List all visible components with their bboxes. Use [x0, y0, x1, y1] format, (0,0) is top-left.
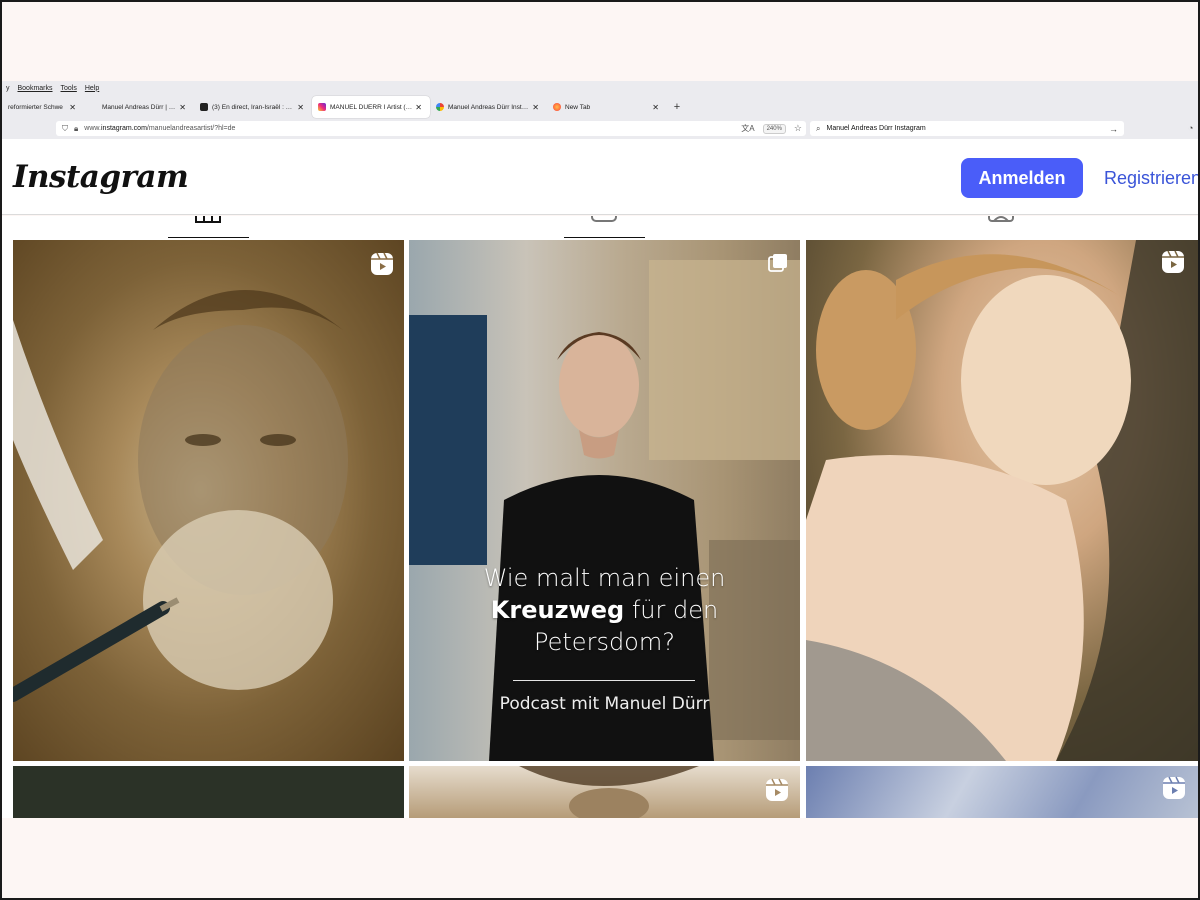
instagram-logo[interactable]: Instagram: [13, 159, 189, 195]
bookmark-star-icon[interactable]: ☆: [794, 123, 802, 134]
url-text[interactable]: www.instagram.com/manuelandreasartist/?h…: [84, 125, 741, 132]
carousel-icon: [768, 254, 787, 272]
studio-portrait-photo: [409, 260, 800, 761]
painting-artwork: [13, 290, 348, 702]
posts-grid: Wie malt man einen Kreuzweg für den Pete…: [2, 240, 1198, 818]
post-overlay-headline: Wie malt man einen Kreuzweg für den Pete…: [409, 562, 800, 658]
browser-tab[interactable]: (3) En direct, Iran-Israël : Téhéra ✕: [194, 96, 312, 118]
reel-icon: [1163, 776, 1185, 799]
overlay-divider: [513, 680, 695, 681]
firefox-favicon-icon: [553, 103, 561, 111]
post-thumbnail[interactable]: [409, 766, 800, 818]
tagged-tab-icon[interactable]: [988, 216, 1014, 223]
portrait-painting-artwork: [806, 240, 1198, 761]
tab-title: Manuel Andreas Dürr | Contact: [102, 103, 176, 111]
profile-tabs: [2, 216, 1198, 240]
menu-item-help[interactable]: Help: [85, 85, 99, 92]
search-query[interactable]: Manuel Andreas Dürr Instagram: [826, 125, 1109, 132]
google-favicon-icon: [436, 103, 444, 111]
overlay-line-3: Petersdom?: [534, 628, 675, 656]
reel-icon: [766, 778, 788, 801]
post-thumbnail[interactable]: [13, 240, 404, 761]
tab-favicon-icon: [200, 103, 208, 111]
instagram-header: Instagram Anmelden Registrieren: [2, 139, 1200, 215]
menu-item-cut[interactable]: y: [6, 85, 10, 92]
post-thumbnail[interactable]: [806, 240, 1198, 761]
browser-tab[interactable]: Manuel Andreas Dürr | Contact ✕: [84, 96, 194, 118]
register-link[interactable]: Registrieren: [1104, 168, 1200, 189]
sketch-artwork: [519, 766, 699, 818]
navigation-row: ⛉ 🔒︎ www.instagram.com/manuelandreasarti…: [2, 119, 1198, 139]
close-tab-icon[interactable]: ✕: [652, 103, 659, 112]
browser-tab[interactable]: Manuel Andreas Dürr Instagram ✕: [430, 96, 547, 118]
search-icon: ⌕: [816, 123, 821, 133]
overlay-line-1: Wie malt man einen: [483, 564, 726, 592]
translate-icon[interactable]: 文A: [741, 123, 754, 134]
reel-icon: [1162, 250, 1184, 273]
new-tab-plus-icon[interactable]: +: [667, 95, 687, 119]
tab-title: MANUEL DUERR I Artist (@man: [330, 103, 413, 111]
reel-icon: [371, 252, 393, 275]
overlay-line-2-rest: für den: [631, 596, 719, 624]
zoom-level-badge[interactable]: 240%: [762, 123, 786, 134]
overlay-line-2: Kreuzweg für den: [409, 594, 800, 626]
tab-title: New Tab: [565, 103, 591, 111]
post-thumbnail[interactable]: [806, 766, 1198, 818]
shield-icon[interactable]: ⛉: [62, 124, 68, 134]
close-tab-icon[interactable]: ✕: [532, 103, 539, 112]
menu-item-bookmarks[interactable]: Bookmarks: [18, 85, 53, 92]
reels-tab-icon[interactable]: [591, 216, 617, 223]
active-tab-indicator: [168, 237, 249, 238]
close-tab-icon[interactable]: ✕: [297, 103, 304, 112]
tab-indicator: [564, 237, 645, 238]
login-button[interactable]: Anmelden: [961, 158, 1083, 198]
lock-icon[interactable]: 🔒︎: [74, 124, 78, 134]
arrow-right-icon[interactable]: →: [1109, 124, 1118, 134]
browser-chrome: y Bookmarks Tools Help reformierter Schw…: [2, 81, 1198, 139]
close-tab-icon[interactable]: ✕: [179, 103, 186, 112]
search-bar[interactable]: ⌕ Manuel Andreas Dürr Instagram →: [810, 121, 1124, 136]
browser-tab[interactable]: New Tab ✕: [547, 96, 667, 118]
post-thumbnail[interactable]: Wie malt man einen Kreuzweg für den Pete…: [409, 240, 800, 761]
menu-item-tools[interactable]: Tools: [61, 85, 77, 92]
tab-favicon-icon: [90, 103, 98, 111]
post-thumbnail[interactable]: [13, 766, 404, 818]
tab-title: Manuel Andreas Dürr Instagram: [448, 103, 529, 111]
close-tab-icon[interactable]: ✕: [415, 103, 422, 112]
overlay-bold-word: Kreuzweg: [490, 596, 625, 624]
tab-title: (3) En direct, Iran-Israël : Téhéra: [212, 103, 294, 111]
browser-tab-active[interactable]: MANUEL DUERR I Artist (@man ✕: [312, 96, 430, 118]
menu-bar: y Bookmarks Tools Help: [2, 81, 99, 95]
tab-title: reformierter Schwe: [8, 103, 63, 111]
extensions-icon[interactable]: ◔: [1188, 123, 1193, 133]
post-overlay-caption: Podcast mit Manuel Dürr: [499, 694, 710, 714]
address-bar[interactable]: ⛉ 🔒︎ www.instagram.com/manuelandreasarti…: [56, 121, 806, 136]
tab-strip: reformierter Schwe ✕ Manuel Andreas Dürr…: [2, 95, 1198, 119]
close-tab-icon[interactable]: ✕: [69, 103, 76, 112]
instagram-favicon-icon: [318, 103, 326, 111]
browser-tab[interactable]: reformierter Schwe ✕: [2, 96, 84, 118]
grid-posts-icon[interactable]: [195, 216, 221, 223]
